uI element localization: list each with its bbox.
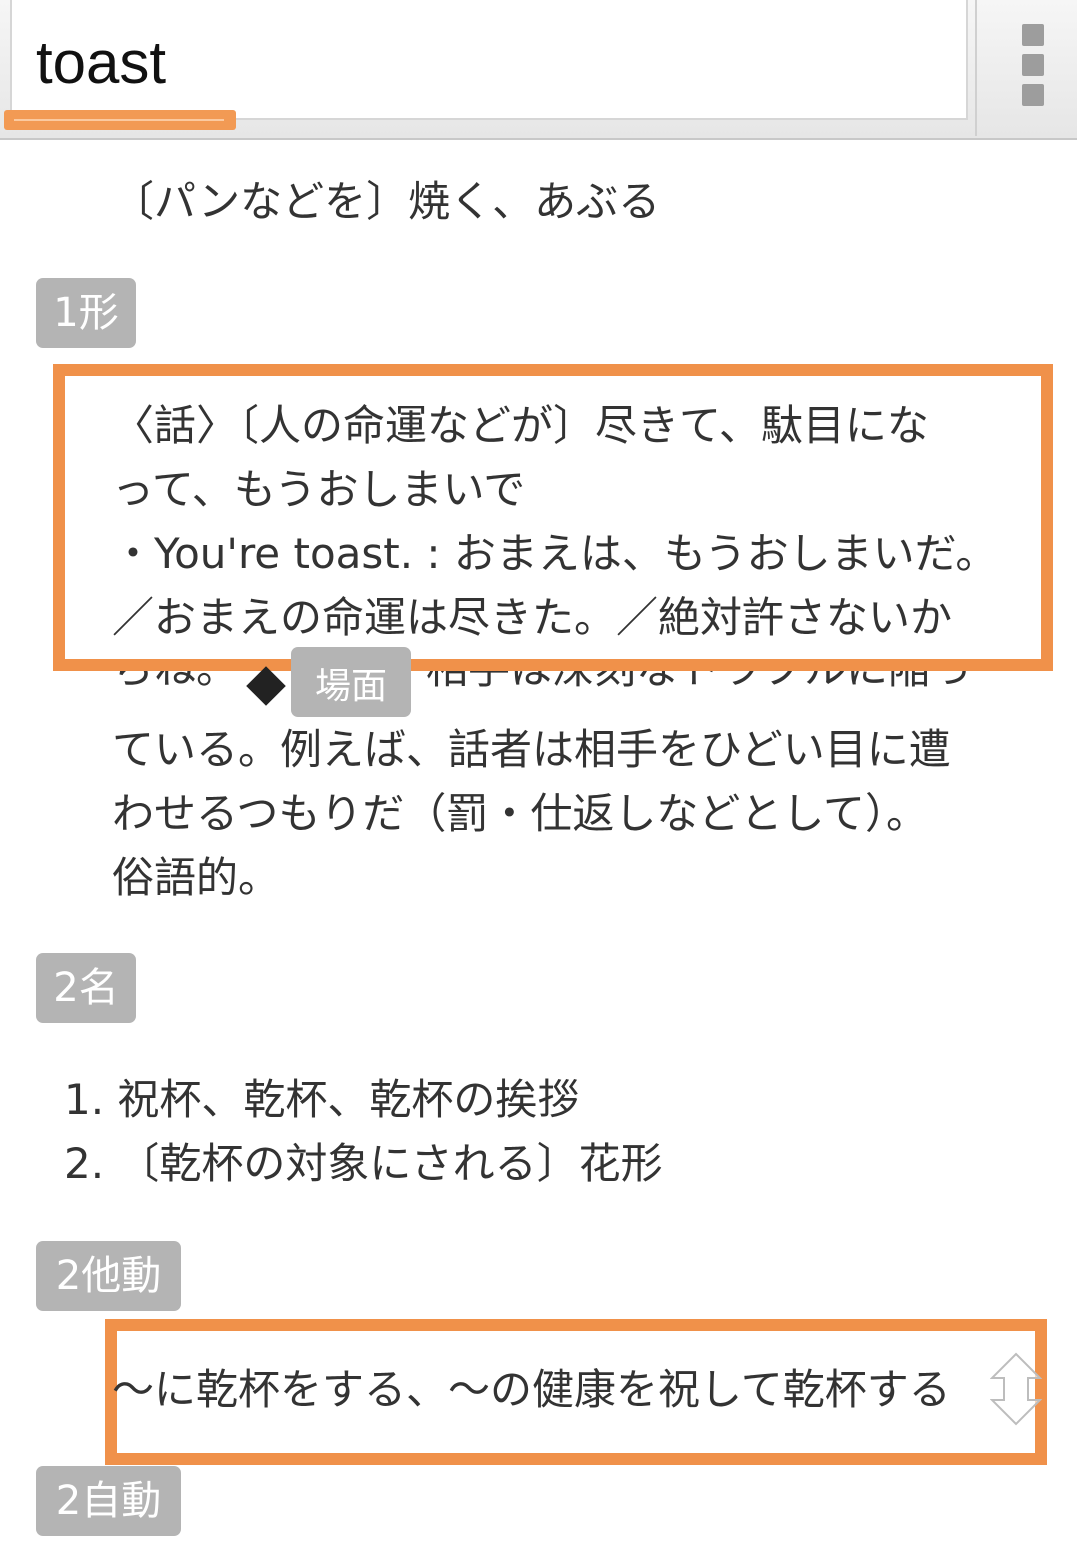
adjective-badge: 1形 [36, 278, 136, 348]
vertical-dots-icon [1022, 54, 1044, 76]
vertical-dots-icon [1022, 24, 1044, 46]
noun-badge: 2名 [36, 953, 136, 1023]
verb-definition: 〔パンなどを〕焼く、あぶる [112, 177, 661, 226]
noun-item: 2. 〔乾杯の対象にされる〕花形 [64, 1139, 663, 1188]
intransitive-verb-badge: 2自動 [36, 1466, 181, 1536]
search-input[interactable] [36, 22, 936, 102]
top-bar [0, 0, 1077, 140]
scene-note-line: わせるつもりだ（罰・仕返しなどとして）。 [112, 789, 929, 838]
noun-item: 1. 祝杯、乾杯、乾杯の挨拶 [64, 1075, 580, 1124]
transitive-verb-badge: 2他動 [36, 1241, 181, 1311]
transitive-definition: ～に乾杯をする、～の健康を祝して乾杯する [112, 1365, 951, 1414]
definition-line: って、もうおしまいで [112, 465, 526, 514]
vertical-dots-icon [1022, 84, 1044, 106]
overflow-menu-button[interactable] [975, 0, 1077, 136]
usage-label: 俗語的。 [112, 853, 281, 902]
definition-line: 〈話〉〔人の命運などが〕尽きて、駄目にな [112, 401, 929, 450]
example-translation: ／おまえの命運は尽きた。／絶対許さないか [112, 593, 953, 642]
example-sentence: ・You're toast. : おまえは、もうおしまいだ。 [112, 529, 998, 578]
search-box[interactable] [10, 0, 968, 120]
scene-note-line: ている。例えば、話者は相手をひどい目に遭 [112, 725, 951, 774]
search-underline [4, 110, 236, 130]
double-arrow-icon[interactable] [990, 1352, 1042, 1426]
clipped-text-line: 相手は深刻なトラブルに陥っ [426, 671, 1026, 707]
scene-badge: 場面 [291, 647, 411, 717]
